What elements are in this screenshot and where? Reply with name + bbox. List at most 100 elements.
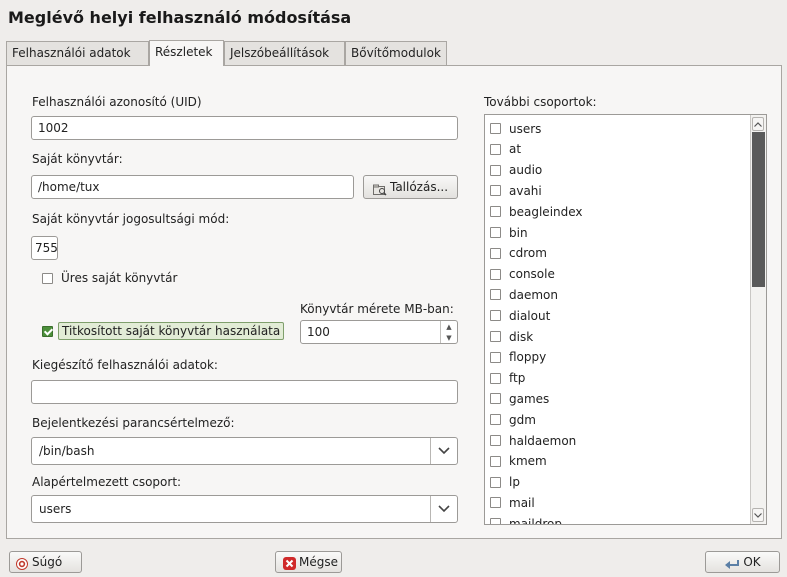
group-item-label: mail bbox=[509, 495, 535, 510]
group-checkbox[interactable] bbox=[490, 164, 501, 176]
encrypted-home-label: Titkosított saját könyvtár használata bbox=[58, 322, 285, 340]
browse-button-label: Tallózás... bbox=[389, 180, 449, 194]
group-item[interactable]: bin bbox=[490, 222, 528, 243]
help-button[interactable]: Súgó bbox=[9, 551, 82, 573]
group-item[interactable]: ftp bbox=[490, 368, 525, 389]
tab-details-label: Részletek bbox=[155, 45, 213, 59]
chevron-down-icon[interactable] bbox=[430, 438, 457, 464]
groups-scrollbar[interactable] bbox=[750, 115, 766, 524]
shell-combo[interactable]: /bin/bash bbox=[31, 437, 458, 465]
dir-size-spinbox[interactable]: 100 ▲ ▼ bbox=[300, 320, 458, 344]
group-item-label: dialout bbox=[509, 308, 551, 323]
group-item[interactable]: games bbox=[490, 388, 549, 409]
shell-label: Bejelentkezési parancsértelmező: bbox=[32, 416, 235, 430]
group-item[interactable]: beagleindex bbox=[490, 201, 583, 222]
scroll-thumb[interactable] bbox=[752, 132, 765, 287]
group-item-label: at bbox=[509, 142, 522, 157]
empty-home-checkbox-box[interactable] bbox=[42, 272, 53, 284]
ok-button[interactable]: OK bbox=[705, 551, 780, 573]
home-dir-input[interactable]: /home/tux bbox=[31, 175, 354, 199]
group-item[interactable]: maildrop bbox=[490, 513, 562, 525]
group-item[interactable]: lp bbox=[490, 472, 520, 493]
group-checkbox[interactable] bbox=[490, 455, 501, 467]
folder-search-icon bbox=[372, 181, 387, 196]
home-perm-label: Saját könyvtár jogosultsági mód: bbox=[32, 212, 230, 226]
tab-user-data[interactable]: Felhasználói adatok bbox=[6, 41, 149, 65]
dir-size-value: 100 bbox=[307, 325, 330, 339]
group-item[interactable]: users bbox=[490, 118, 541, 139]
chevron-down-icon[interactable] bbox=[430, 496, 457, 522]
group-checkbox[interactable] bbox=[490, 185, 501, 197]
group-item[interactable]: mail bbox=[490, 492, 535, 513]
group-item[interactable]: cdrom bbox=[490, 243, 547, 264]
groups-label: További csoportok: bbox=[484, 95, 597, 109]
group-item-label: games bbox=[509, 391, 550, 406]
group-item[interactable]: haldaemon bbox=[490, 430, 576, 451]
group-checkbox[interactable] bbox=[490, 289, 501, 301]
group-checkbox[interactable] bbox=[490, 331, 501, 342]
group-checkbox[interactable] bbox=[490, 310, 501, 322]
default-group-combo[interactable]: users bbox=[31, 495, 458, 523]
group-checkbox[interactable] bbox=[490, 206, 501, 218]
group-checkbox[interactable] bbox=[490, 518, 501, 524]
empty-home-label: Üres saját könyvtár bbox=[61, 271, 178, 285]
home-perm-input[interactable]: 755 bbox=[31, 236, 58, 260]
encrypted-home-checkbox-box[interactable] bbox=[42, 325, 53, 337]
group-item[interactable]: at bbox=[490, 139, 521, 160]
group-checkbox[interactable] bbox=[490, 393, 501, 405]
group-checkbox[interactable] bbox=[490, 227, 501, 238]
scroll-up-icon[interactable] bbox=[752, 117, 764, 131]
group-checkbox[interactable] bbox=[490, 476, 501, 488]
empty-home-checkbox[interactable]: Üres saját könyvtár bbox=[42, 271, 177, 285]
extra-info-label: Kiegészítő felhasználói adatok: bbox=[32, 358, 218, 372]
group-item-label: maildrop bbox=[509, 516, 562, 525]
browse-button[interactable]: Tallózás... bbox=[363, 175, 458, 199]
group-checkbox[interactable] bbox=[490, 247, 501, 259]
group-checkbox[interactable] bbox=[490, 268, 501, 280]
group-checkbox[interactable] bbox=[490, 123, 501, 134]
group-item-label: beagleindex bbox=[509, 204, 583, 219]
tab-user-data-label: Felhasználói adatok bbox=[12, 46, 131, 60]
group-item[interactable]: floppy bbox=[490, 347, 546, 368]
group-item[interactable]: disk bbox=[490, 326, 533, 347]
cancel-button[interactable]: Mégse bbox=[275, 551, 342, 573]
cancel-icon bbox=[283, 556, 296, 570]
group-item-label: disk bbox=[509, 329, 534, 344]
tab-password-settings[interactable]: Jelszóbeállítások bbox=[224, 41, 345, 65]
group-checkbox[interactable] bbox=[490, 435, 501, 446]
ok-button-label: OK bbox=[743, 555, 761, 569]
help-button-label: Súgó bbox=[32, 555, 63, 569]
default-group-value: users bbox=[39, 502, 72, 516]
ok-icon bbox=[724, 556, 740, 569]
tab-plugins[interactable]: Bővítőmodulok bbox=[345, 41, 447, 65]
group-checkbox[interactable] bbox=[490, 372, 501, 384]
group-item[interactable]: console bbox=[490, 264, 555, 285]
group-item-label: audio bbox=[509, 163, 543, 178]
dir-size-spin-buttons[interactable]: ▲ ▼ bbox=[440, 321, 457, 343]
help-icon bbox=[16, 556, 28, 570]
group-checkbox[interactable] bbox=[490, 414, 501, 426]
group-checkbox[interactable] bbox=[490, 143, 501, 155]
group-checkbox[interactable] bbox=[490, 497, 501, 509]
home-dir-label: Saját könyvtár: bbox=[32, 152, 123, 166]
dir-size-label: Könyvtár mérete MB-ban: bbox=[300, 302, 454, 316]
group-item-label: daemon bbox=[509, 287, 558, 302]
group-item-label: floppy bbox=[509, 350, 547, 365]
scroll-down-icon[interactable] bbox=[752, 508, 764, 522]
group-item[interactable]: kmem bbox=[490, 451, 547, 472]
group-item[interactable]: avahi bbox=[490, 180, 542, 201]
spin-down-icon[interactable]: ▼ bbox=[441, 332, 457, 343]
group-item[interactable]: gdm bbox=[490, 409, 536, 430]
cancel-button-label: Mégse bbox=[299, 555, 338, 569]
encrypted-home-checkbox[interactable]: Titkosított saját könyvtár használata bbox=[42, 322, 285, 340]
group-item[interactable]: daemon bbox=[490, 284, 558, 305]
uid-input[interactable]: 1002 bbox=[31, 116, 458, 140]
extra-info-input[interactable] bbox=[31, 380, 458, 404]
group-item-label: users bbox=[509, 121, 542, 136]
groups-list[interactable]: users at audio avahi beagleindex bin cdrom cons… bbox=[484, 114, 767, 525]
group-item[interactable]: dialout bbox=[490, 305, 550, 326]
tab-details[interactable]: Részletek bbox=[149, 40, 224, 66]
group-item[interactable]: audio bbox=[490, 160, 542, 181]
group-checkbox[interactable] bbox=[490, 351, 501, 363]
uid-label: Felhasználói azonosító (UID) bbox=[32, 95, 202, 109]
